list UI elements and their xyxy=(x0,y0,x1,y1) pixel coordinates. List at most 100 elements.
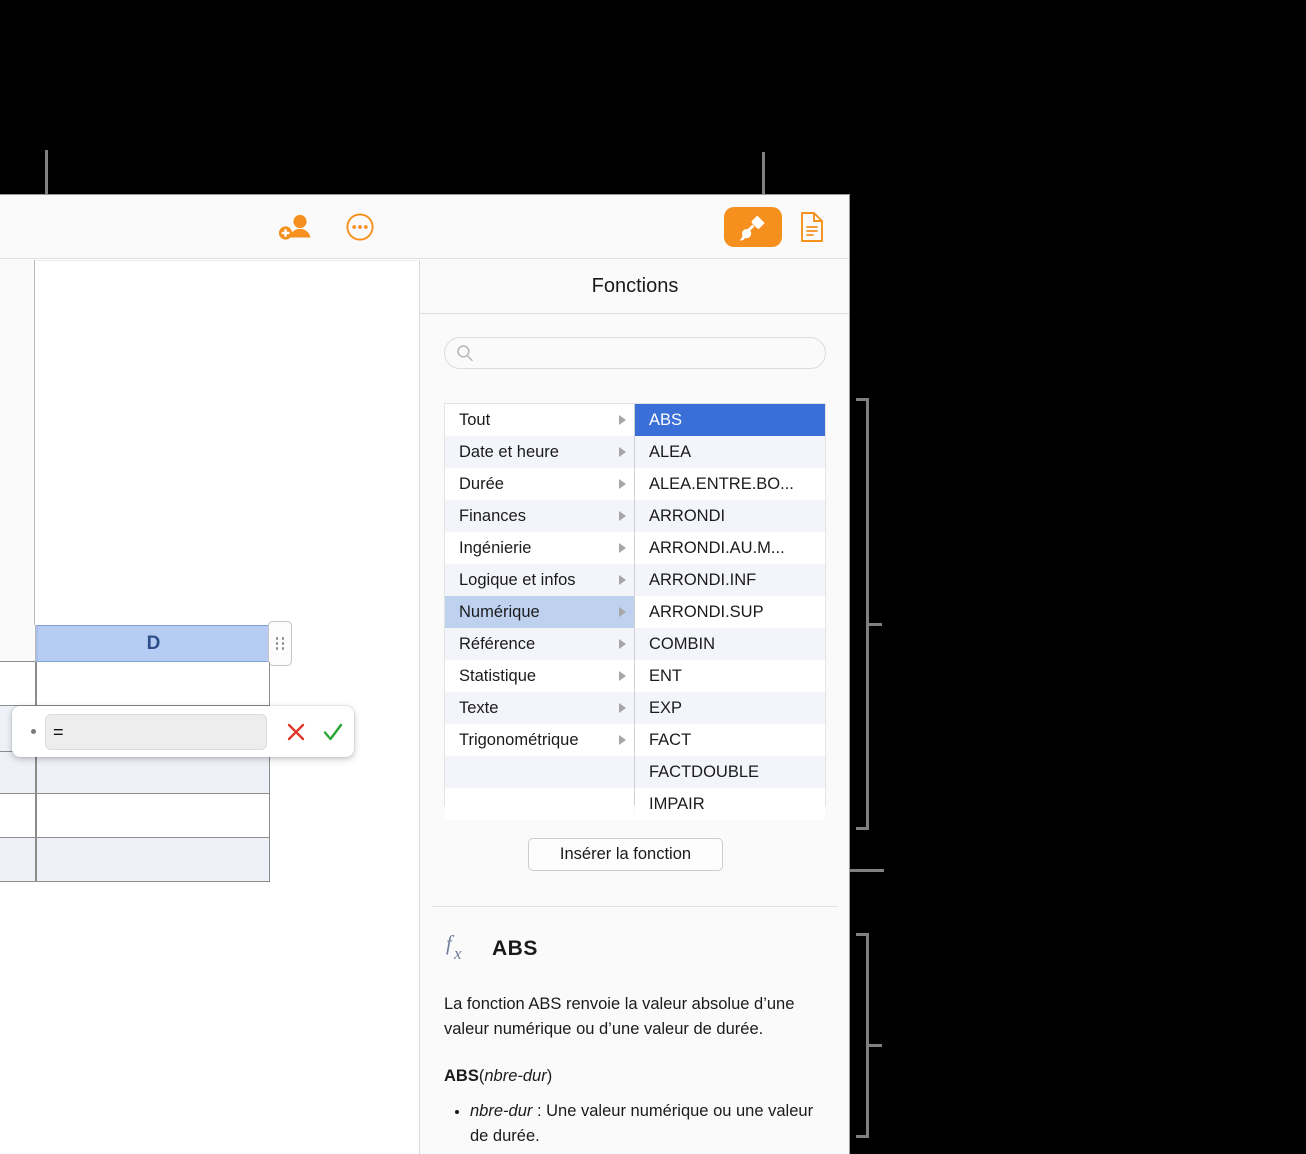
function-item-arrondi[interactable]: ARRONDI xyxy=(635,500,825,532)
function-item-label: ARRONDI xyxy=(649,506,726,525)
function-item-combin[interactable]: COMBIN xyxy=(635,628,825,660)
signature-argument: nbre-dur xyxy=(484,1067,547,1085)
cell-row-5[interactable] xyxy=(36,838,270,882)
callout-bracket-description-top xyxy=(856,933,869,936)
category-item-label: Trigonométrique xyxy=(459,730,579,749)
chevron-right-icon xyxy=(619,479,626,489)
function-list[interactable]: ABS ALEA ALEA.ENTRE.BO... ARRONDI ARRONDI.AU… xyxy=(635,404,825,820)
callout-bracket-function-browser-stem xyxy=(866,398,869,830)
category-item-statistique[interactable]: Statistique xyxy=(445,660,634,692)
insert-function-label: Insérer la fonction xyxy=(559,845,692,863)
row-number-gutter xyxy=(0,260,35,625)
formula-reference-dot xyxy=(31,729,36,734)
category-item-dur-e[interactable]: Durée xyxy=(445,468,634,500)
function-item-abs[interactable]: ABS xyxy=(635,404,825,436)
function-item-arrondi-inf[interactable]: ARRONDI.INF xyxy=(635,564,825,596)
function-item-label: EXP xyxy=(649,698,683,717)
category-item-num-rique[interactable]: Numérique xyxy=(445,596,634,628)
chevron-right-icon xyxy=(619,607,626,617)
paintbrush-icon xyxy=(739,215,765,241)
row-gutter-3[interactable] xyxy=(0,752,36,794)
panel-divider xyxy=(432,906,838,907)
function-item-arrondi-sup[interactable]: ARRONDI.SUP xyxy=(635,596,825,628)
category-item-label: Date et heure xyxy=(459,442,559,461)
signature-name: ABS xyxy=(444,1067,479,1085)
toolbar xyxy=(0,195,849,259)
ellipsis-circle-icon xyxy=(346,213,374,241)
spreadsheet-canvas[interactable]: D = xyxy=(0,260,418,1154)
callout-bracket-function-browser-bottom xyxy=(856,827,869,830)
category-item-label: Ingénierie xyxy=(459,538,532,557)
drag-dots-icon xyxy=(275,637,285,650)
format-panel-button[interactable] xyxy=(724,207,782,247)
formula-accept-button[interactable] xyxy=(317,716,349,748)
category-item-trigonom-trique[interactable]: Trigonométrique xyxy=(445,724,634,756)
function-item-factdouble[interactable]: FACTDOUBLE xyxy=(635,756,825,788)
row-gutter-4[interactable] xyxy=(0,794,36,838)
function-item-arrondi-au-m-[interactable]: ARRONDI.AU.M... xyxy=(635,532,825,564)
sheet-top-strip xyxy=(0,260,418,261)
category-item-texte[interactable]: Texte xyxy=(445,692,634,724)
category-item-label: Numérique xyxy=(459,602,540,621)
callout-bracket-description-bottom xyxy=(856,1135,869,1138)
function-name: ABS xyxy=(492,937,538,960)
chevron-right-icon xyxy=(619,575,626,585)
chevron-right-icon xyxy=(619,735,626,745)
category-item-finances[interactable]: Finances xyxy=(445,500,634,532)
category-item-label: Référence xyxy=(459,634,536,653)
app-window: D = Fonctions Tout Date et heure Durée F… xyxy=(0,194,850,1154)
formula-input[interactable]: = xyxy=(45,714,267,750)
function-browser: Tout Date et heure Durée Finances Ingénierie… xyxy=(444,403,826,820)
chevron-right-icon xyxy=(619,511,626,521)
functions-panel: Fonctions Tout Date et heure Durée Finances… xyxy=(419,260,849,1154)
category-item-tout[interactable]: Tout xyxy=(445,404,634,436)
svg-text:x: x xyxy=(453,944,462,963)
signature-close-paren: ) xyxy=(546,1067,553,1085)
function-item-label: FACT xyxy=(649,730,692,749)
callout-bracket-function-browser-tick xyxy=(866,623,882,626)
function-item-label: ARRONDI.INF xyxy=(649,570,757,589)
corner-cell[interactable] xyxy=(0,625,36,662)
function-summary: La fonction ABS renvoie la valeur absolu… xyxy=(444,995,795,1038)
function-item-alea-entre-bo-[interactable]: ALEA.ENTRE.BO... xyxy=(635,468,825,500)
category-item-label: Tout xyxy=(459,410,491,429)
chevron-right-icon xyxy=(619,543,626,553)
more-options-button[interactable] xyxy=(338,209,382,245)
cell-row-4[interactable] xyxy=(36,794,270,838)
category-item-label: Statistique xyxy=(459,666,537,685)
category-item-r-f-rence[interactable]: Référence xyxy=(445,628,634,660)
function-item-label: FACTDOUBLE xyxy=(649,762,760,781)
formula-input-value: = xyxy=(53,721,64,742)
panel-title: Fonctions xyxy=(420,260,849,314)
cell-row-3[interactable] xyxy=(36,752,270,794)
row-gutter-1[interactable] xyxy=(0,662,36,706)
column-header-d[interactable]: D xyxy=(36,625,270,662)
search-field[interactable] xyxy=(444,337,826,369)
row-gutter-5[interactable] xyxy=(0,838,36,882)
category-item-ing-nierie[interactable]: Ingénierie xyxy=(445,532,634,564)
function-item-alea[interactable]: ALEA xyxy=(635,436,825,468)
cell-row-1[interactable] xyxy=(36,662,270,706)
formula-editor-popup[interactable]: = xyxy=(12,706,354,757)
insert-function-button[interactable]: Insérer la fonction xyxy=(528,838,723,871)
column-header-label: D xyxy=(146,632,161,654)
category-list[interactable]: Tout Date et heure Durée Finances Ingénierie… xyxy=(445,404,635,820)
category-item-logique-et-infos[interactable]: Logique et infos xyxy=(445,564,634,596)
function-item-impair[interactable]: IMPAIR xyxy=(635,788,825,820)
category-item-date-et-heure[interactable]: Date et heure xyxy=(445,436,634,468)
add-person-button[interactable] xyxy=(272,209,320,245)
checkmark-icon xyxy=(323,723,343,741)
chevron-right-icon xyxy=(619,703,626,713)
argument-item: nbre-dur : Une valeur numérique ou une v… xyxy=(470,1099,816,1149)
argument-name: nbre-dur xyxy=(470,1102,533,1120)
document-panel-button[interactable] xyxy=(790,207,834,247)
function-item-exp[interactable]: EXP xyxy=(635,692,825,724)
column-drag-handle[interactable] xyxy=(268,621,292,666)
search-input[interactable] xyxy=(444,337,826,369)
function-item-fact[interactable]: FACT xyxy=(635,724,825,756)
category-item-label: Durée xyxy=(459,474,504,493)
add-person-icon xyxy=(278,214,311,240)
formula-cancel-button[interactable] xyxy=(280,716,312,748)
function-item-ent[interactable]: ENT xyxy=(635,660,825,692)
x-mark-icon xyxy=(287,723,305,741)
